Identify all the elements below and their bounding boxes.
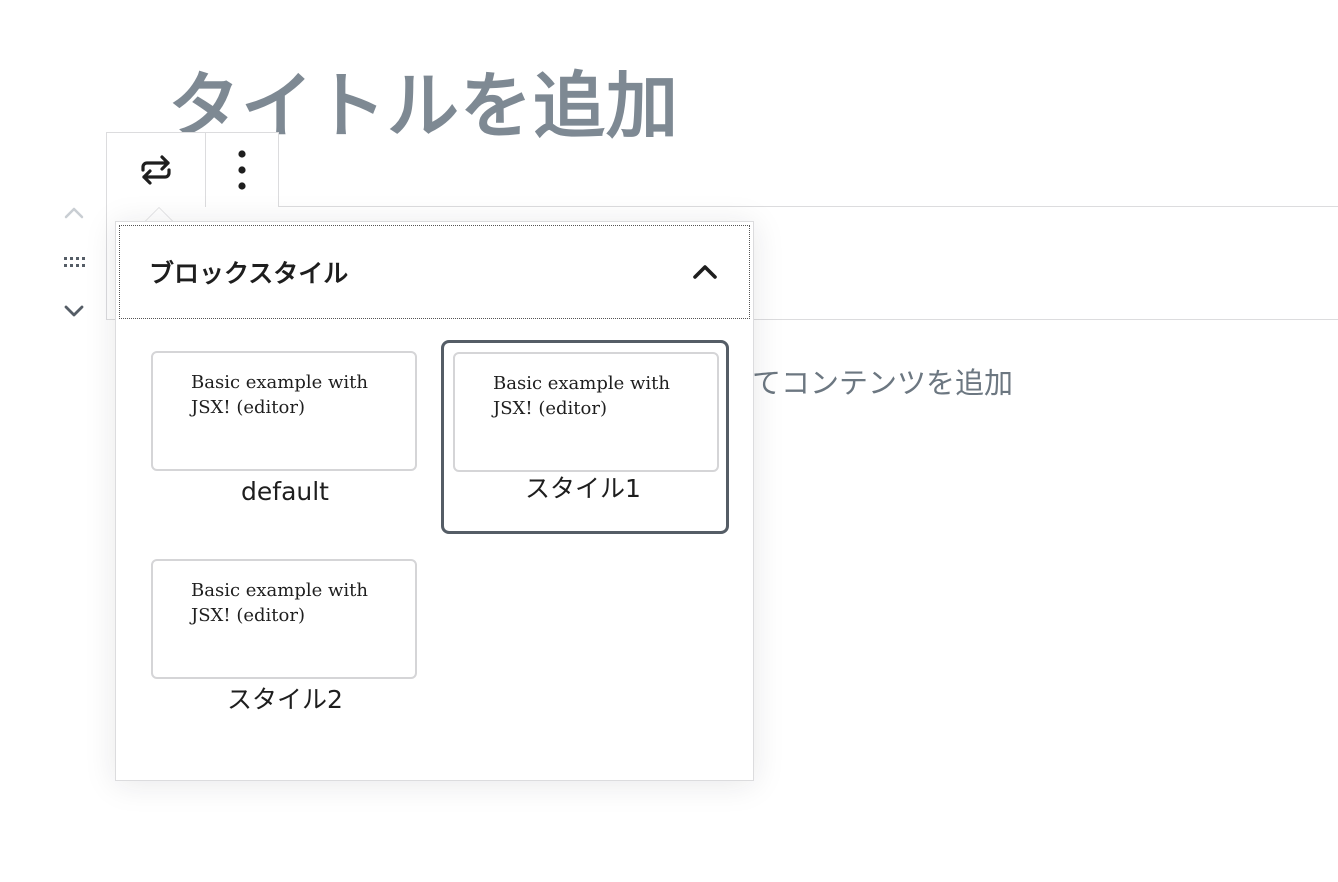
- chevron-up-icon: [64, 207, 84, 219]
- block-editor-canvas: タイトルを追加 てコンテンツを追加 ブロックスタイル Basic example…: [0, 0, 1338, 882]
- drag-handle-icon: [64, 257, 85, 267]
- transform-block-button[interactable]: [107, 133, 205, 207]
- popover-arrow: [145, 207, 173, 221]
- chevron-down-icon: [64, 305, 84, 317]
- chevron-up-icon: [693, 265, 717, 279]
- style-preview: Basic example with JSX! (editor): [453, 352, 719, 472]
- block-toolbar: [106, 132, 279, 207]
- style-label: スタイル1: [525, 474, 641, 503]
- style-preview: Basic example with JSX! (editor): [151, 559, 417, 679]
- style-preview: Basic example with JSX! (editor): [151, 351, 417, 471]
- move-down-button[interactable]: [56, 296, 92, 326]
- panel-title: ブロックスタイル: [149, 259, 349, 288]
- transform-arrows-icon: [141, 155, 171, 185]
- style-preview-text: Basic example with JSX! (editor): [493, 373, 671, 419]
- style-preview-text: Basic example with JSX! (editor): [191, 580, 369, 626]
- more-vertical-icon: [238, 150, 246, 190]
- content-placeholder[interactable]: てコンテンツを追加: [752, 362, 1013, 404]
- style-preview-text: Basic example with JSX! (editor): [191, 372, 369, 418]
- style-label: スタイル2: [227, 685, 343, 714]
- style-option-style2[interactable]: Basic example with JSX! (editor) スタイル2: [143, 551, 431, 745]
- move-up-button[interactable]: [56, 198, 92, 228]
- block-styles-popover: ブロックスタイル Basic example with JSX! (editor…: [115, 221, 754, 781]
- block-styles-panel-toggle[interactable]: ブロックスタイル: [119, 225, 750, 319]
- more-options-button[interactable]: [205, 133, 278, 207]
- style-option-style1[interactable]: Basic example with JSX! (editor) スタイル1: [441, 340, 729, 534]
- style-label: default: [241, 477, 329, 506]
- drag-handle-button[interactable]: [56, 247, 92, 277]
- style-option-default[interactable]: Basic example with JSX! (editor) default: [143, 343, 431, 537]
